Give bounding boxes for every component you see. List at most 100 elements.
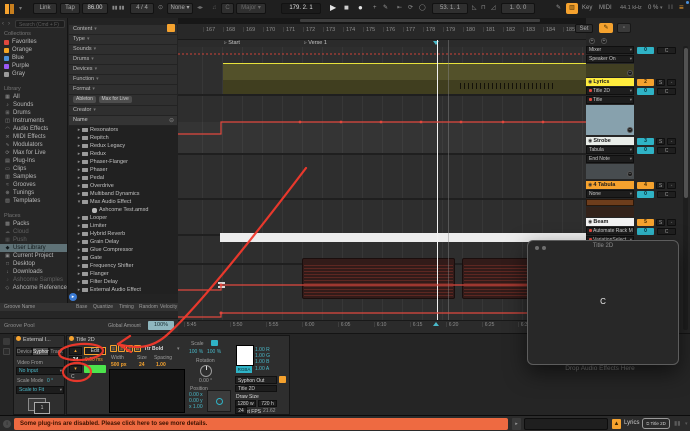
app-logo-icon[interactable]	[5, 4, 17, 14]
fold-handle[interactable]	[218, 282, 225, 284]
color-a-value[interactable]: 1.00 A	[255, 366, 269, 372]
frame-up-button[interactable]: ▴	[69, 347, 82, 355]
loop-icon[interactable]: ⟳	[408, 4, 413, 13]
midi-map-button[interactable]: MIDI	[599, 4, 612, 13]
library-header[interactable]: Library	[0, 84, 67, 93]
syphon-name-field[interactable]: Title 2D	[235, 385, 277, 392]
device-list-item[interactable]: ▸ Pedal	[68, 174, 178, 182]
scale-x-value[interactable]: 100 %	[189, 349, 203, 355]
lyrics-device-chooser[interactable]: Title 2D▾	[586, 87, 634, 95]
format-tag-m4l[interactable]: Max for Live	[99, 96, 132, 103]
tabula-meter-value[interactable]: 0	[637, 191, 654, 198]
format-tag-ableton[interactable]: Ableton	[73, 96, 96, 103]
collection-item[interactable]: Blue	[0, 54, 67, 62]
sidebar-library-item[interactable]: ♪ Sounds	[0, 101, 67, 109]
cpu-chevron-icon[interactable]: ▾	[660, 4, 663, 13]
rotation-value[interactable]: 0.00 °	[199, 378, 212, 384]
follow-icon[interactable]: ◯	[419, 4, 426, 13]
nudge-icons[interactable]: ◂▸	[197, 4, 203, 13]
device-on-button[interactable]	[69, 336, 74, 341]
mixer-crossfade[interactable]: C	[657, 47, 676, 54]
beam-arm-button[interactable]: ◦	[667, 219, 676, 226]
logo-chevron-icon[interactable]: ▾	[19, 5, 22, 14]
collection-item[interactable]: Purple	[0, 62, 67, 70]
title2d-device[interactable]: Title 2D ▴ Edit 24 0.00 ms ▾ C ≡ ≡ ≡ B T…	[66, 335, 290, 415]
vertical-scrollbar[interactable]	[683, 46, 688, 330]
frame-value[interactable]: 24	[69, 356, 82, 364]
collection-item[interactable]: Orange	[0, 46, 67, 54]
scale-fit-dropdown[interactable]: Scale to Fit▾	[16, 386, 64, 394]
device-list-item[interactable]: ▸ Filter Delay	[68, 278, 178, 286]
loop-switch-icon[interactable]: ⊓	[481, 4, 486, 13]
device-list-item[interactable]: ▸ Flanger	[68, 270, 178, 278]
frame-down-button[interactable]: ▾	[69, 365, 82, 373]
device-list-item[interactable]: ▸ Frequency Shifter	[68, 262, 178, 270]
device-list-item[interactable]: ▸ Hybrid Reverb	[68, 230, 178, 238]
position-pad[interactable]	[207, 390, 231, 412]
midi-clip[interactable]	[302, 258, 455, 299]
device-list-item[interactable]: ▸ Phaser-Flanger	[68, 158, 178, 166]
collection-item[interactable]: Favorites	[0, 38, 67, 46]
device-list-item[interactable]: ▸ Multiband Dynamics	[68, 190, 178, 198]
sidebar-place-item[interactable]: □ Desktop	[0, 260, 67, 268]
lyrics-unfold-button[interactable]: −	[627, 127, 633, 133]
strobe-param-chooser[interactable]: End Note▾	[586, 155, 634, 163]
lyrics-track-number[interactable]: 2	[637, 79, 654, 86]
name-column-header[interactable]: Name ⊖	[69, 116, 177, 125]
mixer-device-chooser[interactable]: Mixer▾	[586, 46, 634, 54]
lyrics-solo-button[interactable]: S	[656, 79, 665, 86]
strobe-unfold-button[interactable]: −	[627, 171, 633, 177]
lyrics-arm-button[interactable]: ◦	[667, 79, 676, 86]
collapse-all-icon[interactable]: ⊖	[169, 117, 174, 126]
global-amount-value[interactable]: 100%	[148, 321, 174, 330]
add-lane-button[interactable]: +	[589, 38, 595, 44]
align-right-icon[interactable]: ≡	[126, 345, 133, 352]
color-b-value[interactable]: 1.00 B	[255, 359, 269, 365]
device-list-item[interactable]: ▸ Glue Compressor	[68, 246, 178, 254]
locator-flag[interactable]: Verse 1	[304, 40, 327, 46]
sidebar-library-item[interactable]: ≍ MIDI Effects	[0, 133, 67, 141]
draw-mode-icon[interactable]: ✎	[556, 4, 561, 13]
search-input[interactable]: Search (Cmd + F)	[15, 20, 65, 28]
color-swatch[interactable]	[236, 345, 254, 366]
time-ruler[interactable]: 5:455:505:556:006:056:106:156:206:256:30…	[178, 320, 586, 333]
sidebar-library-item[interactable]: ◠ Audio Effects	[0, 125, 67, 133]
lyrics-crossfade[interactable]: C	[657, 88, 676, 95]
track-lanes[interactable]	[178, 47, 586, 320]
plugin-warning-icon[interactable]: ▲	[612, 419, 621, 429]
locator-row[interactable]: Start Verse 1	[178, 40, 586, 47]
device-list-item[interactable]: ▸ Resonators	[68, 126, 178, 134]
quantize-menu[interactable]: None ▾	[167, 3, 193, 14]
beam-meter-value[interactable]: 0	[637, 228, 654, 235]
metronome-icon[interactable]: ▮▮ ▮▮	[112, 4, 124, 13]
link-icon[interactable]	[211, 340, 218, 346]
sidebar-library-item[interactable]: ◫ Instruments	[0, 117, 67, 125]
filter-row[interactable]: Content▾	[69, 25, 177, 34]
mixer-unfold-button[interactable]: −	[627, 70, 633, 76]
tabula-device-chooser[interactable]: None▾	[586, 190, 634, 198]
render-toggle-button[interactable]	[84, 365, 106, 373]
collections-header[interactable]: Collections	[0, 29, 67, 38]
history-back-icon[interactable]: ‹	[2, 20, 4, 29]
tab-track[interactable]: Track	[49, 347, 64, 356]
beam-crossfade[interactable]: C	[657, 228, 676, 235]
info-badge-icon[interactable]: ▸	[69, 293, 77, 301]
capture-icon[interactable]: ✎	[383, 4, 388, 13]
plugin-window-title2d[interactable]: Title 2D C	[527, 240, 679, 365]
mixer-meter-value[interactable]: 0	[637, 47, 654, 54]
open-window-indicator[interactable]: ⧉ Title 2D	[642, 418, 670, 429]
text-preview-canvas[interactable]	[109, 369, 185, 413]
beam-track-number[interactable]: 5	[637, 219, 654, 226]
sidebar-place-item[interactable]: ◇ Ashcome Reference	[0, 284, 67, 292]
sidebar-library-item[interactable]: ▭ Clips	[0, 165, 67, 173]
record-button[interactable]: ●	[358, 3, 363, 12]
locator-flag[interactable]: Start	[224, 40, 240, 46]
video-from-dropdown[interactable]: No Input▾	[16, 367, 64, 375]
sidebar-place-item[interactable]: ▩ Packs	[0, 220, 67, 228]
track-name-beam[interactable]: ◉Beam	[586, 218, 634, 226]
position-z-value[interactable]: x 1.00	[189, 404, 203, 410]
device-list-item[interactable]: ▸ Grain Delay	[68, 238, 178, 246]
tabula-strip[interactable]	[586, 199, 634, 206]
sidebar-library-item[interactable]: ⊞ Drums	[0, 109, 67, 117]
filter-row[interactable]: Type▾	[69, 35, 177, 44]
